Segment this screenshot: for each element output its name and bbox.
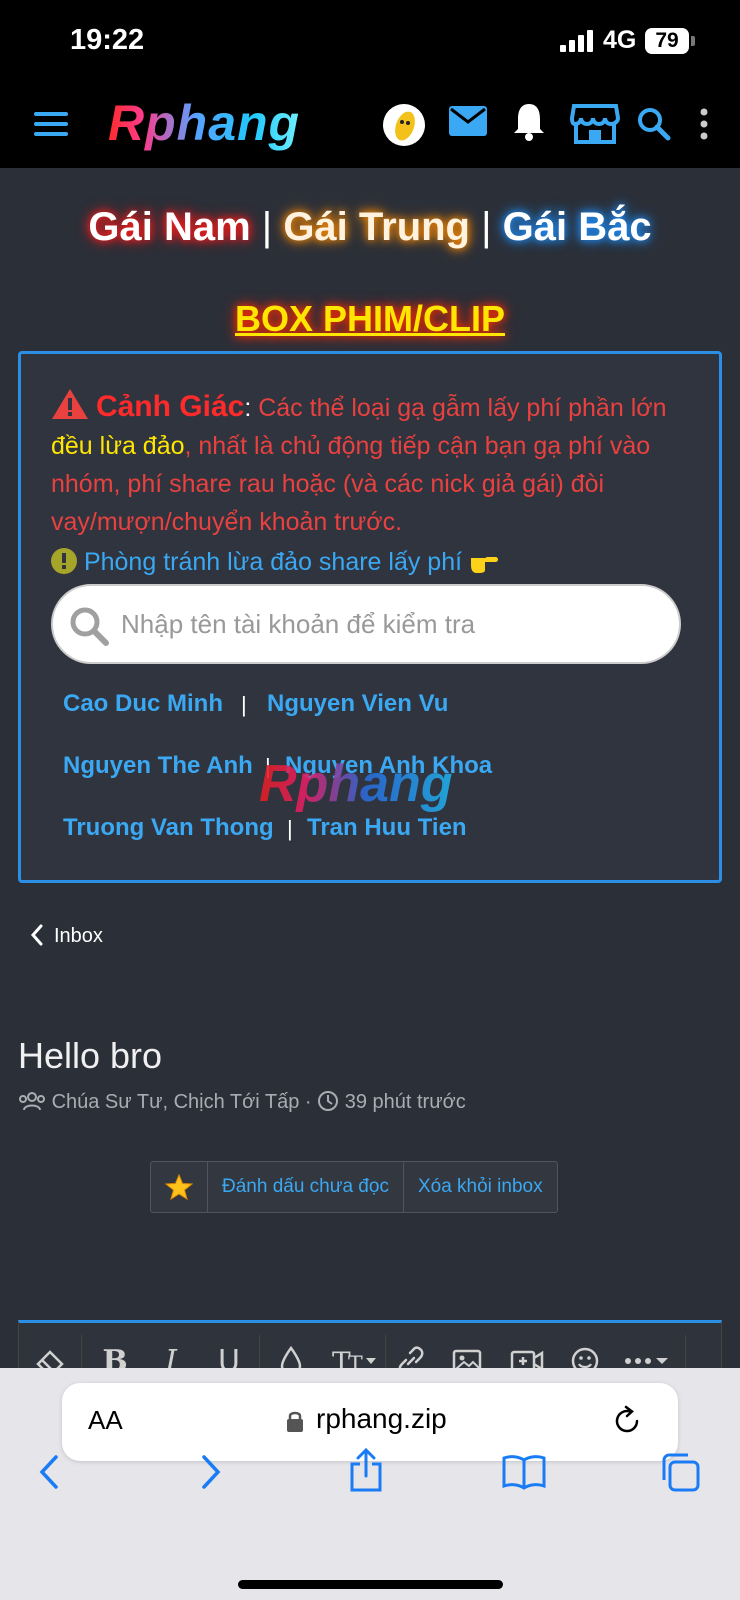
region-link-south[interactable]: Gái Nam	[88, 205, 250, 249]
reload-icon[interactable]	[612, 1405, 642, 1437]
scammer-name-link[interactable]: Nguyen Vien Vu	[267, 690, 448, 718]
bell-icon[interactable]	[512, 102, 546, 142]
pointing-hand-icon	[471, 557, 499, 573]
separator: |	[481, 205, 492, 249]
watermark-logo: Rphang	[259, 755, 453, 813]
network-type: 4G	[603, 26, 637, 54]
box-title-link[interactable]: BOX PHIM/CLIP	[0, 298, 740, 340]
mark-unread-button[interactable]: Đánh dấu chưa đọc	[207, 1162, 403, 1212]
region-link-north[interactable]: Gái Bắc	[503, 205, 652, 249]
signal-icon	[560, 30, 593, 52]
chevron-left-icon	[30, 924, 43, 946]
fraud-tip-label: Phòng tránh lừa đảo share lấy phí	[83, 548, 463, 576]
bookmarks-icon[interactable]	[502, 1454, 546, 1490]
tabs-icon[interactable]	[660, 1452, 700, 1492]
breadcrumb-inbox: Inbox	[54, 925, 103, 947]
separator: |	[261, 205, 273, 249]
scammer-name-link[interactable]: Truong Van Thong	[63, 814, 274, 842]
conversation-meta: Chúa Sư Tư, Chịch Tới Tấp · 39 phút trướ…	[18, 1090, 466, 1114]
text-size-button[interactable]: AA	[88, 1405, 123, 1436]
browser-bottom-bar: AA rphang.zip	[0, 1368, 740, 1600]
status-bar: 19:22 4G 79	[0, 0, 740, 84]
breadcrumb[interactable]: Inbox	[30, 924, 103, 948]
search-icon	[70, 607, 109, 646]
warning-box: Cảnh Giác: Các thể loại gạ gẫm lấy phí p…	[18, 351, 722, 883]
star-icon	[165, 1174, 193, 1200]
share-icon[interactable]	[348, 1448, 384, 1492]
mail-icon[interactable]	[449, 106, 487, 136]
exclamation-circle-icon	[51, 548, 77, 574]
separator: |	[287, 816, 293, 841]
region-link-central[interactable]: Gái Trung	[283, 205, 470, 249]
avatar-image	[395, 111, 415, 141]
scammer-name-link[interactable]: Cao Duc Minh	[63, 690, 223, 718]
home-indicator	[238, 1580, 503, 1589]
forward-icon[interactable]	[200, 1454, 222, 1490]
lock-icon	[287, 1411, 303, 1432]
battery-icon: 79	[645, 28, 689, 54]
region-links: Gái Nam | Gái Trung | Gái Bắc	[0, 205, 740, 250]
separator: |	[241, 692, 247, 717]
clock-icon	[318, 1091, 339, 1111]
status-time: 19:22	[70, 24, 145, 56]
scammer-name-link[interactable]: Tran Huu Tien	[307, 814, 467, 842]
search-icon[interactable]	[637, 107, 671, 141]
avatar[interactable]	[383, 104, 425, 146]
back-icon[interactable]	[38, 1454, 60, 1490]
conversation-time: 39 phút trước	[344, 1091, 466, 1113]
conversation-actions: Đánh dấu chưa đọc Xóa khỏi inbox	[150, 1161, 558, 1213]
warning-text-1: Các thể loại gạ gẫm lấy phí phần lớn	[251, 394, 667, 422]
fraud-tip-link[interactable]: Phòng tránh lừa đảo share lấy phí	[51, 548, 499, 577]
url-text: rphang.zip	[316, 1403, 447, 1434]
store-icon[interactable]	[570, 102, 620, 146]
warning-text: Cảnh Giác: Các thể loại gạ gẫm lấy phí p…	[51, 388, 691, 541]
battery-tip	[691, 36, 695, 46]
warning-heading: Cảnh Giác	[95, 390, 245, 423]
warning-highlight: đều lừa đảo	[51, 432, 185, 460]
remove-from-inbox-button[interactable]: Xóa khỏi inbox	[402, 1162, 557, 1212]
more-options-icon[interactable]	[699, 108, 709, 140]
conversation-participants[interactable]: Chúa Sư Tư, Chịch Tới Tấp	[52, 1091, 300, 1113]
warning-triangle-icon	[52, 389, 88, 419]
site-logo[interactable]: Rphang	[108, 94, 300, 152]
scammer-name-link[interactable]: Nguyen The Anh	[63, 752, 253, 780]
users-icon	[19, 1092, 45, 1111]
conversation-title: Hello bro	[18, 1035, 163, 1076]
account-search-input[interactable]	[121, 604, 661, 644]
hamburger-menu-icon[interactable]	[34, 110, 68, 138]
star-button[interactable]	[151, 1162, 207, 1212]
account-search-box	[51, 584, 681, 664]
meta-separator: ·	[304, 1091, 312, 1113]
